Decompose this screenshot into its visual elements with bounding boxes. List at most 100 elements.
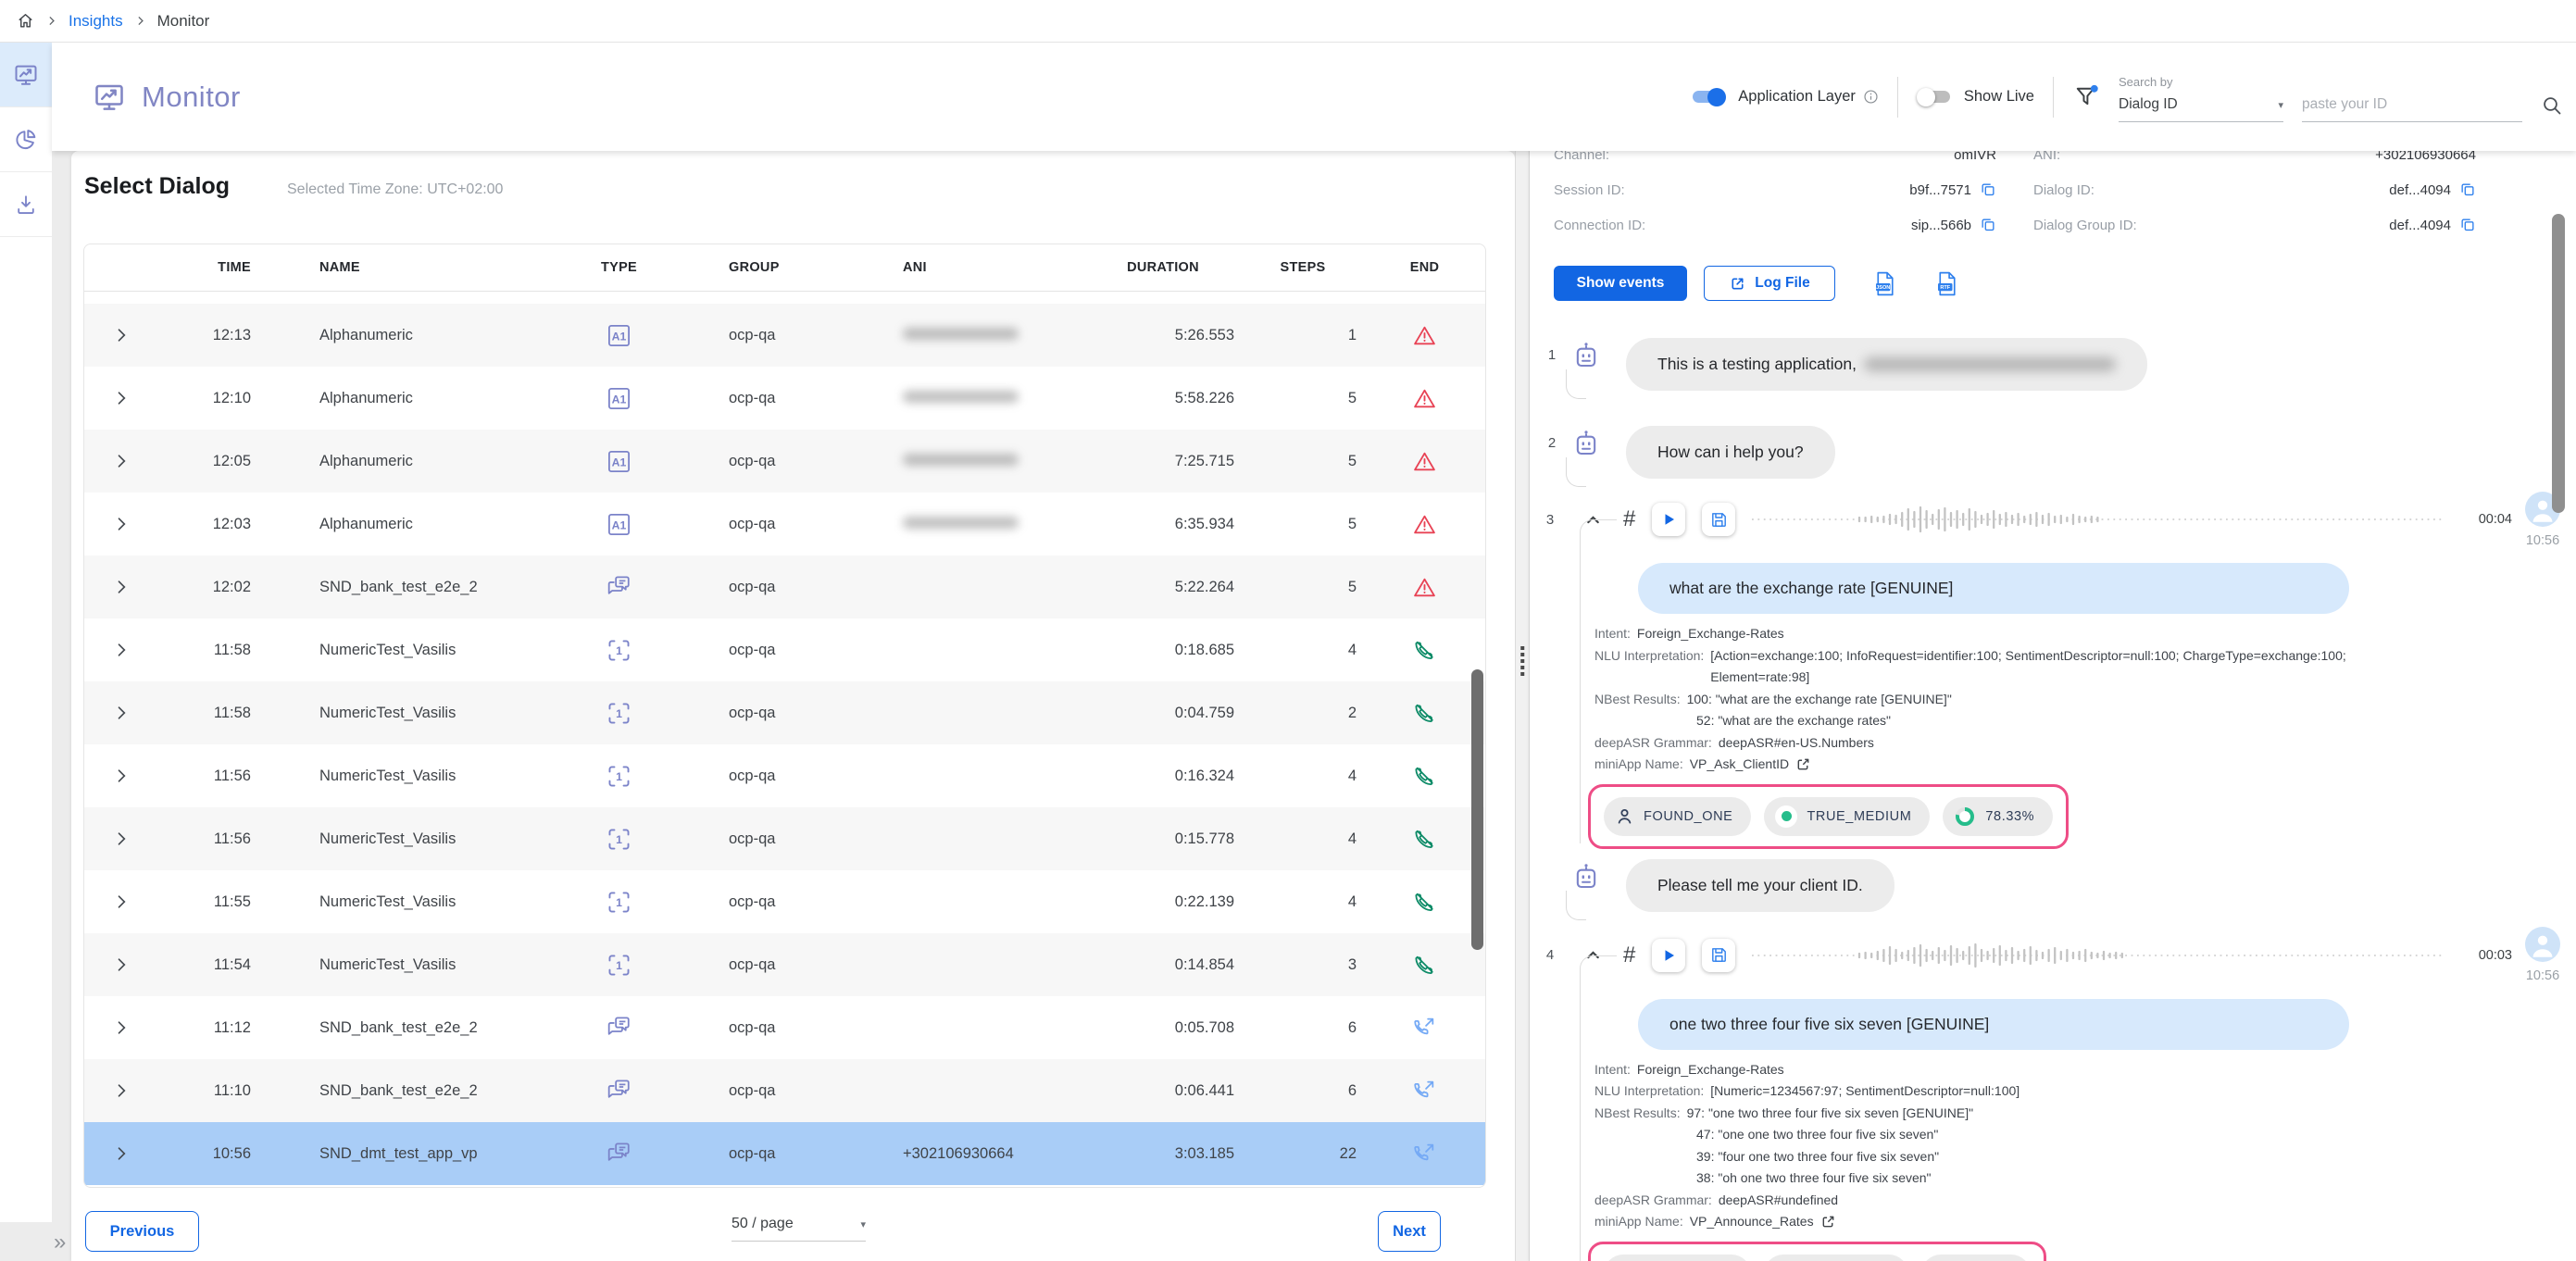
chevron-right-icon bbox=[134, 15, 146, 27]
table-scrollbar[interactable] bbox=[1471, 669, 1483, 950]
sidebar-item-reports[interactable] bbox=[0, 107, 52, 172]
row-expand-icon[interactable] bbox=[112, 1081, 131, 1100]
sidebar-expand-icon[interactable]: » bbox=[54, 1230, 66, 1255]
message-number: 2 bbox=[1544, 426, 1559, 479]
pie-chart-icon bbox=[14, 127, 39, 152]
breadcrumb-insights[interactable]: Insights bbox=[69, 12, 123, 31]
copy-icon[interactable] bbox=[2459, 181, 2476, 198]
table-row[interactable]: 12:13AlphanumericA1ocp-qa5:26.5531 bbox=[84, 304, 1485, 367]
sidebar-item-monitor[interactable] bbox=[0, 43, 52, 107]
play-button[interactable] bbox=[1652, 503, 1685, 536]
svg-text:JSON: JSON bbox=[1876, 285, 1890, 291]
detail-line: miniApp Name:VP_Ask_ClientID bbox=[1594, 754, 2474, 776]
previous-button[interactable]: Previous bbox=[85, 1211, 199, 1252]
copy-icon[interactable] bbox=[1980, 217, 1996, 233]
row-expand-icon[interactable] bbox=[112, 641, 131, 659]
info-row: Connection ID:sip...566b bbox=[1554, 207, 1996, 243]
end-transfer-icon bbox=[1412, 1016, 1437, 1041]
table-row[interactable]: 11:12SND_bank_test_e2e_2ocp-qa0:05.7086 bbox=[84, 996, 1485, 1059]
sidebar-item-export[interactable] bbox=[0, 172, 52, 237]
message-number: 3 bbox=[1543, 512, 1557, 528]
table-row[interactable]: 11:56NumericTest_Vasilis1ocp-qa0:15.7784 bbox=[84, 807, 1485, 870]
monitor-icon bbox=[13, 62, 39, 88]
svg-text:A1: A1 bbox=[612, 393, 627, 406]
external-link-icon[interactable] bbox=[1820, 1214, 1836, 1230]
ani-blurred-value bbox=[903, 517, 1019, 529]
search-input[interactable] bbox=[2302, 96, 2522, 113]
log-file-button[interactable]: Log File bbox=[1704, 266, 1835, 301]
row-expand-icon[interactable] bbox=[112, 578, 131, 596]
nlu-details: Intent:Foreign_Exchange-RatesNLU Interpr… bbox=[1594, 623, 2474, 776]
table-row[interactable]: 12:05AlphanumericA1ocp-qa7:25.7155 bbox=[84, 430, 1485, 493]
row-group: ocp-qa bbox=[691, 705, 816, 722]
nbest-alternative: 52: "what are the exchange rates" bbox=[1696, 710, 2474, 732]
sidebar bbox=[0, 43, 52, 1222]
bot-message-text: Please tell me your client ID. bbox=[1657, 876, 1863, 895]
table-row[interactable]: 11:10SND_bank_test_e2e_2ocp-qa0:06.4416 bbox=[84, 1059, 1485, 1122]
audio-waveform[interactable] bbox=[1750, 499, 2446, 540]
connector-line bbox=[1566, 369, 1586, 399]
row-expand-icon[interactable] bbox=[112, 452, 131, 470]
panel-resize-handle[interactable] bbox=[1515, 151, 1530, 1261]
play-button[interactable] bbox=[1652, 939, 1685, 972]
table-row[interactable]: 11:54NumericTest_Vasilis1ocp-qa0:14.8543 bbox=[84, 933, 1485, 996]
info-icon[interactable] bbox=[1863, 89, 1879, 105]
row-time: 11:56 bbox=[158, 768, 251, 785]
download-json-icon[interactable]: JSON bbox=[1872, 269, 1897, 298]
filter-icon[interactable] bbox=[2072, 83, 2100, 111]
info-label: Dialog ID: bbox=[2033, 182, 2095, 198]
type-numeric-icon: 1 bbox=[606, 637, 632, 664]
row-expand-icon[interactable] bbox=[112, 389, 131, 407]
show-live-toggle[interactable] bbox=[1917, 87, 1952, 107]
row-expand-icon[interactable] bbox=[112, 515, 131, 533]
save-audio-button[interactable] bbox=[1702, 503, 1735, 536]
row-expand-icon[interactable] bbox=[112, 1144, 131, 1163]
hash-icon[interactable]: # bbox=[1623, 506, 1635, 532]
show-events-button[interactable]: Show events bbox=[1554, 266, 1687, 301]
row-name: Alphanumeric bbox=[251, 390, 547, 407]
page-size-select[interactable]: 50 / page ▾ bbox=[732, 1216, 866, 1242]
row-expand-icon[interactable] bbox=[112, 767, 131, 785]
conversation-scrollbar[interactable] bbox=[2552, 214, 2565, 513]
row-expand-icon[interactable] bbox=[112, 830, 131, 848]
download-rtf-icon[interactable]: RTF bbox=[1934, 269, 1959, 298]
table-row[interactable]: 10:56SND_dmt_test_app_vpocp-qa+302106930… bbox=[84, 1122, 1485, 1185]
row-expand-icon[interactable] bbox=[112, 704, 131, 722]
select-dialog-panel: Select Dialog Selected Time Zone: UTC+02… bbox=[71, 151, 1515, 1261]
hash-icon[interactable]: # bbox=[1623, 943, 1635, 968]
save-audio-button[interactable] bbox=[1702, 939, 1735, 972]
svg-text:1: 1 bbox=[616, 896, 622, 909]
row-expand-icon[interactable] bbox=[112, 893, 131, 911]
table-row[interactable]: 11:55NumericTest_Vasilis1ocp-qa0:22.1394 bbox=[84, 870, 1485, 933]
table-row[interactable]: 11:58NumericTest_Vasilis1ocp-qa0:18.6854 bbox=[84, 618, 1485, 681]
column-header-ani: ANI bbox=[816, 260, 1084, 275]
copy-icon[interactable] bbox=[1980, 181, 1996, 198]
table-row[interactable]: 12:10AlphanumericA1ocp-qa5:58.2265 bbox=[84, 367, 1485, 430]
column-header-name: NAME bbox=[251, 260, 547, 275]
row-expand-icon[interactable] bbox=[112, 326, 131, 344]
breadcrumb: Insights Monitor bbox=[0, 0, 2576, 43]
row-group: ocp-qa bbox=[691, 327, 816, 344]
row-duration: 0:15.778 bbox=[1084, 830, 1242, 848]
search-icon[interactable] bbox=[2541, 94, 2563, 117]
table-row[interactable]: 11:58NumericTest_Vasilis1ocp-qa0:04.7592 bbox=[84, 681, 1485, 744]
table-row[interactable]: 12:03AlphanumericA1ocp-qa6:35.9345 bbox=[84, 493, 1485, 556]
type-numeric-icon: 1 bbox=[606, 952, 632, 979]
row-group: ocp-qa bbox=[691, 1019, 816, 1037]
row-expand-icon[interactable] bbox=[112, 1018, 131, 1037]
external-link-icon[interactable] bbox=[1795, 756, 1811, 772]
table-row[interactable]: 12:02SND_bank_test_e2e_2ocp-qa5:22.2645 bbox=[84, 556, 1485, 618]
badge-label: 78.33% bbox=[1985, 809, 2034, 824]
caret-down-icon: ▾ bbox=[860, 1218, 866, 1230]
home-icon[interactable] bbox=[17, 12, 34, 30]
row-expand-icon[interactable] bbox=[112, 955, 131, 974]
table-row[interactable]: 11:56NumericTest_Vasilis1ocp-qa0:16.3244 bbox=[84, 744, 1485, 807]
detail-line: Intent:Foreign_Exchange-Rates bbox=[1594, 1059, 2474, 1081]
next-button[interactable]: Next bbox=[1378, 1211, 1441, 1252]
audio-waveform[interactable] bbox=[1750, 935, 2446, 976]
copy-icon[interactable] bbox=[2459, 217, 2476, 233]
application-layer-toggle[interactable] bbox=[1691, 87, 1726, 107]
row-duration: 0:05.708 bbox=[1084, 1019, 1242, 1037]
detail-line: Intent:Foreign_Exchange-Rates bbox=[1594, 623, 2474, 645]
search-by-select[interactable]: Search by Dialog ID ▾ bbox=[2119, 75, 2283, 122]
